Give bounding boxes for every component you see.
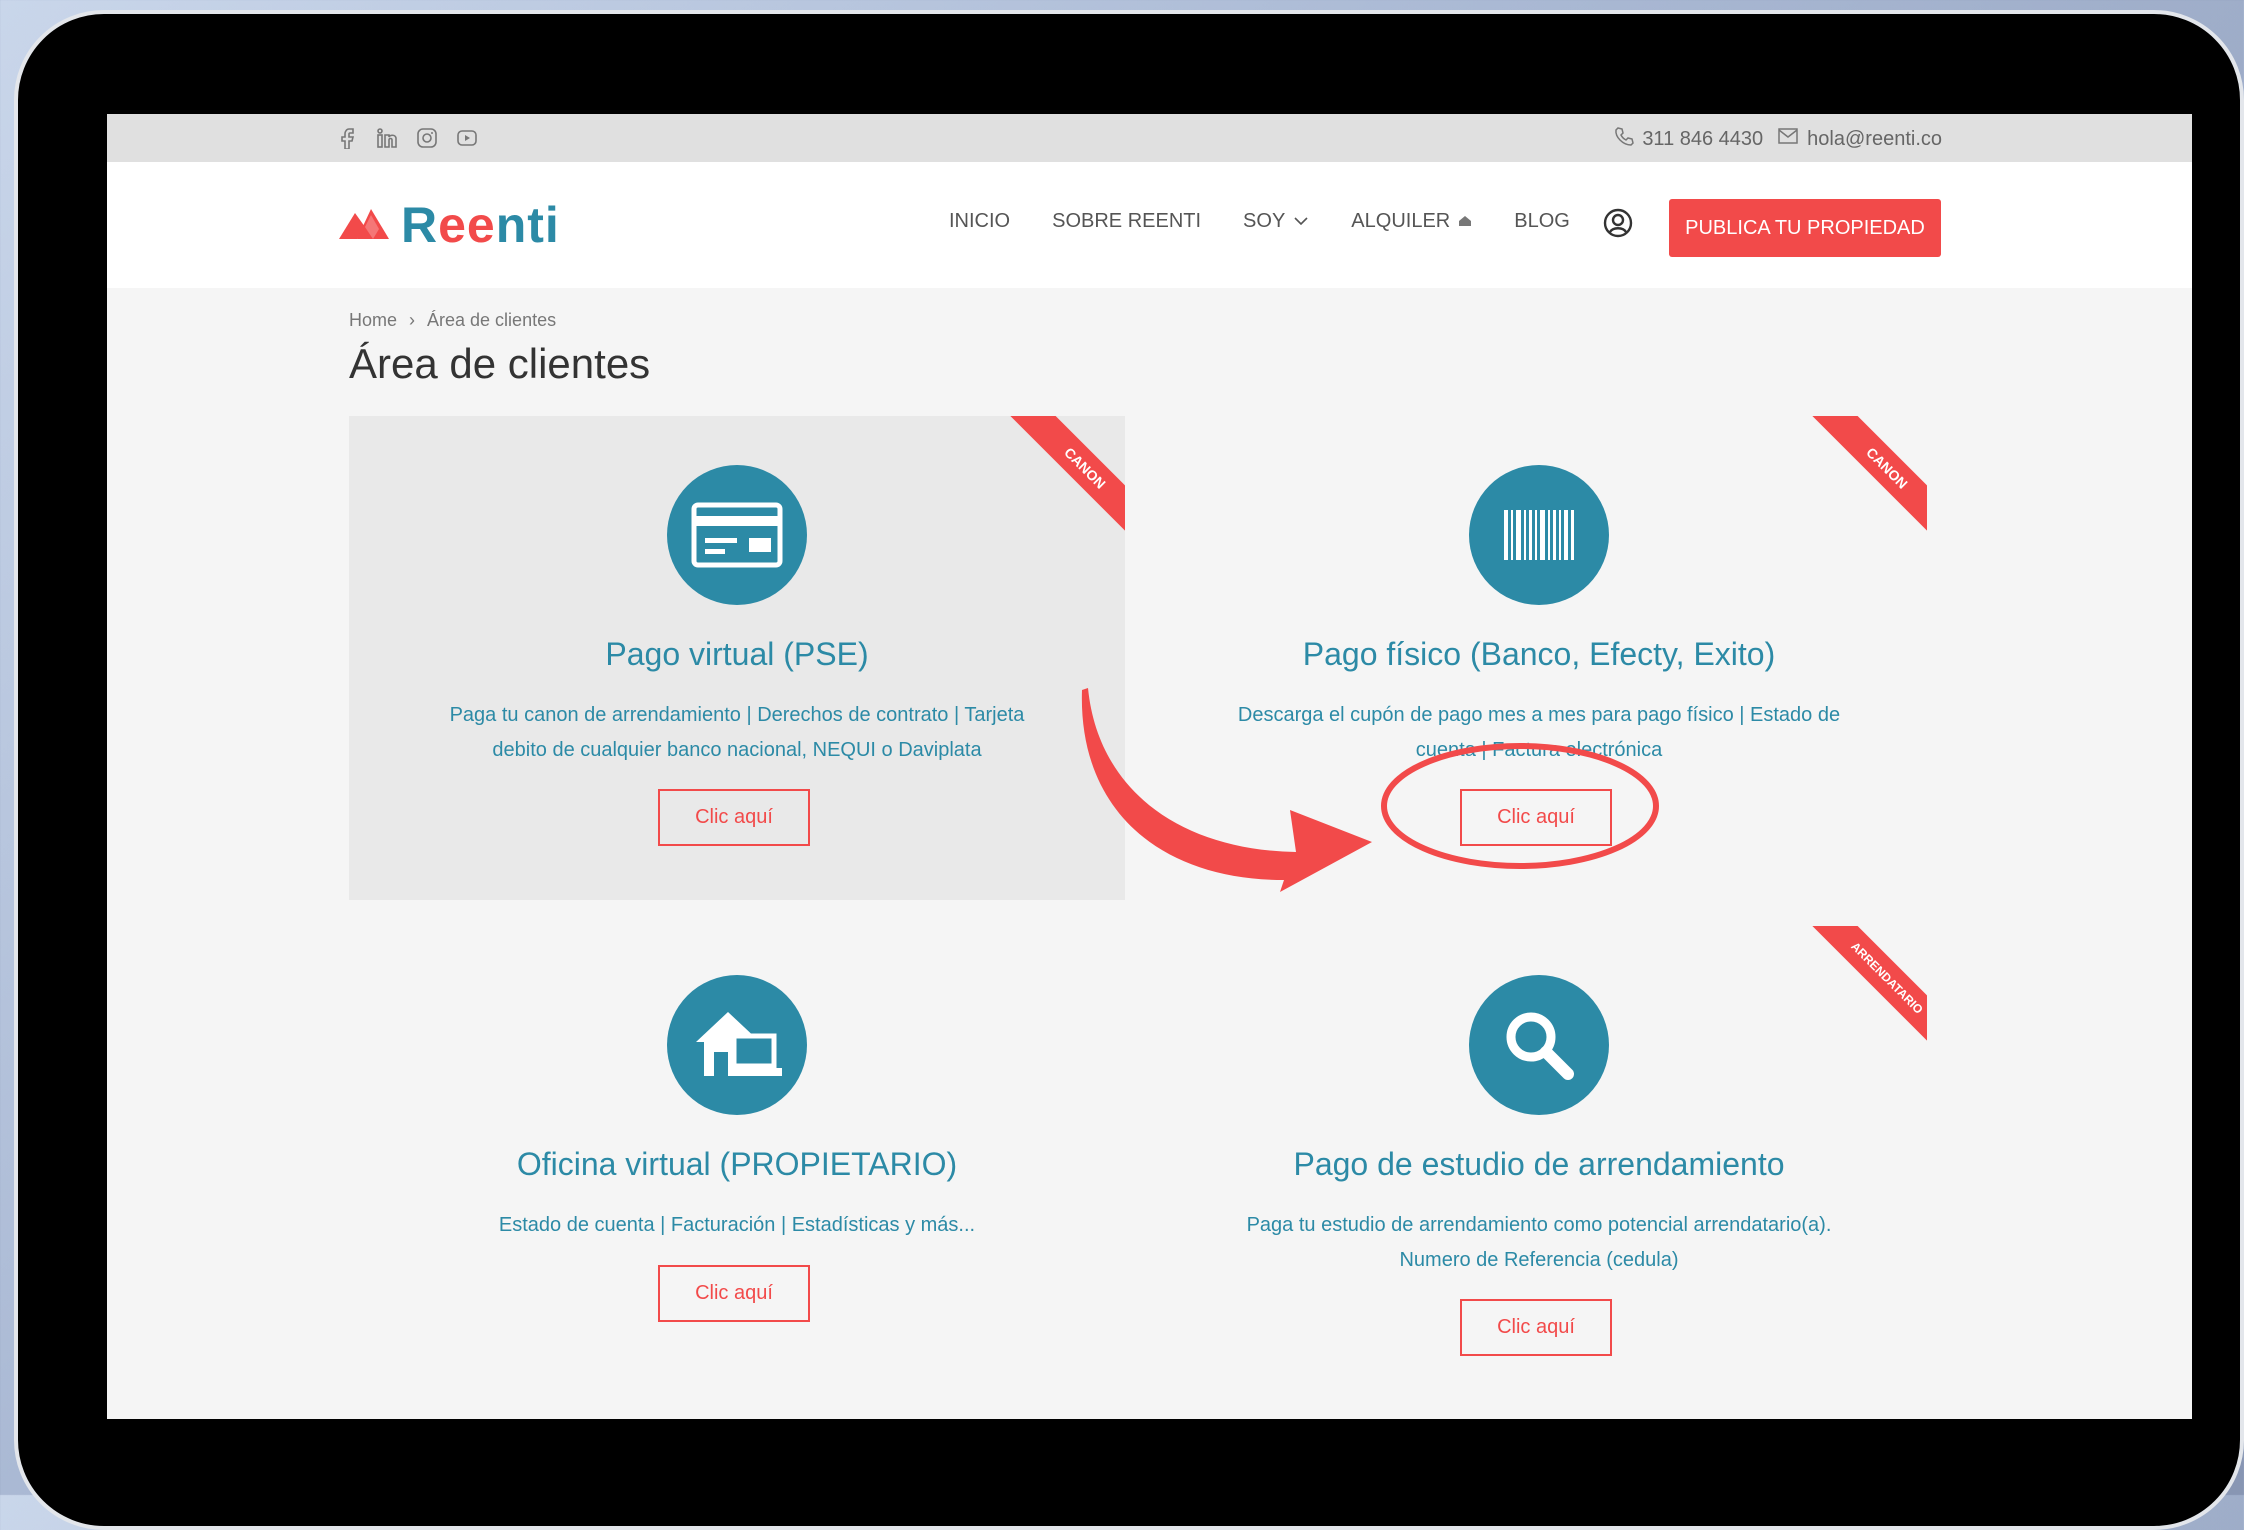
credit-card-icon [667,465,807,605]
menu-item-soy[interactable]: SOY [1243,210,1309,233]
card-estudio-arrendamiento: ARRENDATARIO Pago de estudio de arrendam… [1151,926,1927,1396]
card-description: Descarga el cupón de pago mes a mes para… [1237,704,1841,761]
contact-info: 311 846 4430 hola@reenti.co [1614,126,1942,152]
email-address: hola@reenti.co [1807,127,1942,150]
card-title: Pago virtual (PSE) [605,636,869,672]
card-description: Estado de cuenta | Facturación | Estadís… [498,1214,976,1236]
main-menu: INICIO SOBRE REENTI SOY ALQUILER BLOG [949,210,1570,233]
card-title: Oficina virtual (PROPIETARIO) [516,1146,958,1182]
envelope-icon [1777,127,1799,151]
card-title: Pago físico (Banco, Efecty, Exito) [1302,636,1776,672]
house-small-icon [1458,210,1472,233]
house-laptop-icon [667,975,807,1115]
page-title: Área de clientes [349,340,651,387]
card-description: Paga tu estudio de arrendamiento como po… [1246,1214,1832,1271]
youtube-icon[interactable] [455,126,479,150]
breadcrumb-home[interactable]: Home [349,310,397,331]
chevron-down-icon [1293,210,1309,233]
user-account-icon[interactable] [1603,208,1633,243]
reenti-logo[interactable]: Reenti [335,196,560,254]
card-title: Pago de estudio de arrendamiento [1293,1146,1785,1182]
clic-aqui-button[interactable]: Clic aquí [658,789,810,846]
phone-number: 311 846 4430 [1642,127,1764,150]
publish-property-button[interactable]: PUBLICA TU PROPIEDAD [1669,199,1941,257]
ribbon-canon: CANON [1001,416,1125,540]
facebook-icon[interactable] [335,126,359,150]
barcode-icon [1469,465,1609,605]
browser-viewport: 311 846 4430 hola@reenti.co Reenti INICI… [107,114,2192,1419]
menu-item-blog[interactable]: BLOG [1514,210,1570,233]
ribbon-canon: CANON [1803,416,1927,540]
menu-item-sobre-reenti[interactable]: SOBRE REENTI [1052,210,1201,233]
card-description: Paga tu canon de arrendamiento | Derecho… [449,704,1025,761]
social-links [335,126,479,150]
linkedin-icon[interactable] [375,126,399,150]
breadcrumb-current: Área de clientes [427,310,557,330]
menu-item-inicio[interactable]: INICIO [949,210,1010,233]
phone-contact[interactable]: 311 846 4430 [1614,126,1763,152]
top-bar: 311 846 4430 hola@reenti.co [107,114,2192,162]
phone-icon [1614,126,1635,152]
magnifier-icon [1469,975,1609,1115]
card-oficina-virtual: Oficina virtual (PROPIETARIO) Estado de … [349,926,1125,1396]
clic-aqui-button[interactable]: Clic aquí [658,1265,810,1322]
laptop-frame: 311 846 4430 hola@reenti.co Reenti INICI… [14,10,2244,1530]
clic-aqui-button[interactable]: Clic aquí [1460,789,1612,846]
chevron-right-icon: › [409,310,416,330]
clic-aqui-button[interactable]: Clic aquí [1460,1299,1612,1356]
email-contact[interactable]: hola@reenti.co [1777,127,1942,151]
logo-wordmark: Reenti [401,197,560,253]
ribbon-arrendatario: ARRENDATARIO [1803,926,1927,1050]
logo-mark-icon [335,203,393,248]
card-pago-virtual: CANON Pago virtual (PSE) Paga tu canon d… [349,416,1125,900]
main-navigation: Reenti INICIO SOBRE REENTI SOY ALQUILER … [107,162,2192,288]
menu-item-alquiler[interactable]: ALQUILER [1351,210,1472,233]
card-pago-fisico: CANON Pago físico (Banco, Efecty, Exito)… [1151,416,1927,900]
breadcrumb: Home › Área de clientes [349,310,556,331]
instagram-icon[interactable] [415,126,439,150]
